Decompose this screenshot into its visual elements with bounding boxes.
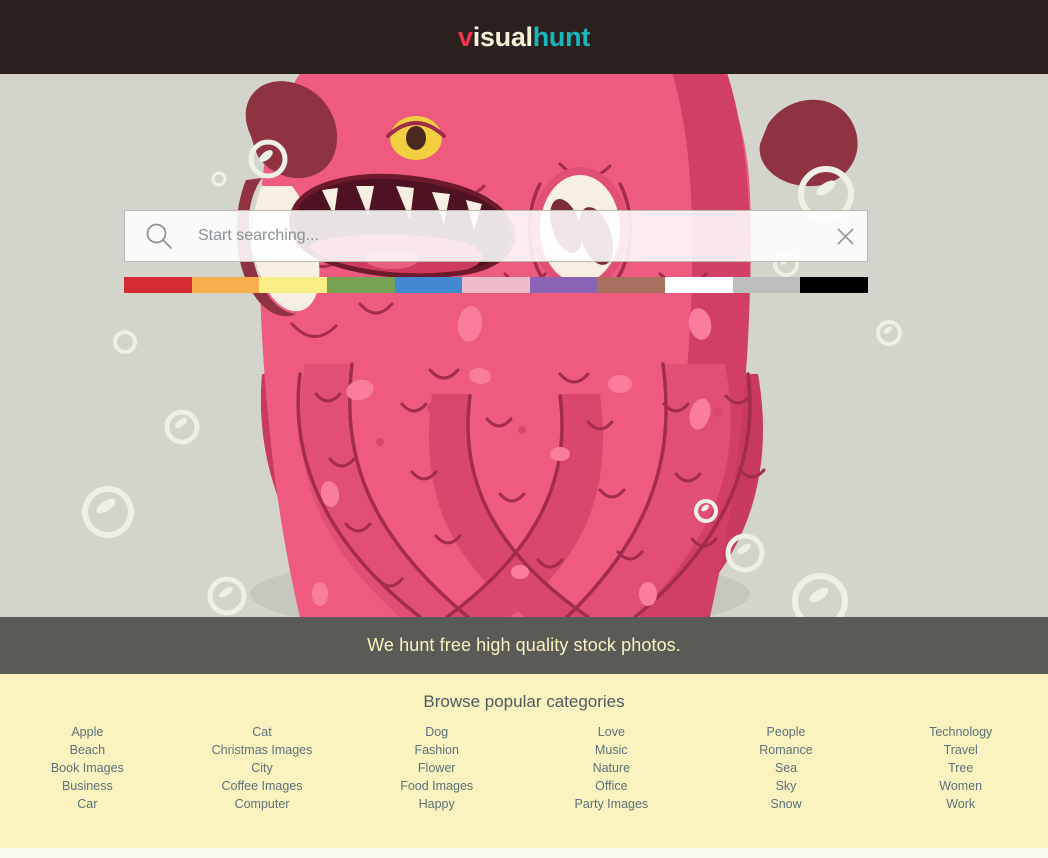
category-link-business[interactable]: Business [62, 777, 113, 795]
close-x-icon [837, 228, 853, 244]
category-link-city[interactable]: City [251, 759, 273, 777]
color-swatch-brown[interactable] [597, 277, 666, 293]
category-link-dog[interactable]: Dog [425, 723, 448, 741]
category-link-cat[interactable]: Cat [252, 723, 271, 741]
popular-categories-section: Browse popular categories Apple Beach Book… [0, 674, 1048, 848]
color-swatch-black[interactable] [800, 277, 869, 293]
logo-part-hunt: hunt [532, 21, 591, 52]
categories-title: Browse popular categories [423, 692, 625, 711]
category-column: Love Music Nature Office Party Images [524, 723, 699, 813]
category-link-nature[interactable]: Nature [593, 759, 631, 777]
category-column: Dog Fashion Flower Food Images Happy [349, 723, 524, 813]
color-filter-bar [124, 277, 869, 293]
color-swatch-white[interactable] [665, 277, 733, 293]
category-link-happy[interactable]: Happy [419, 795, 455, 813]
category-link-love[interactable]: Love [598, 723, 625, 741]
category-link-party-images[interactable]: Party Images [575, 795, 649, 813]
category-link-tree[interactable]: Tree [948, 759, 973, 777]
tagline-banner: We hunt free high quality stock photos. [0, 617, 1048, 674]
category-link-beach[interactable]: Beach [70, 741, 105, 759]
hero-section [0, 74, 1048, 617]
category-link-sky[interactable]: Sky [776, 777, 797, 795]
logo-part-v: v [457, 21, 473, 52]
color-swatch-blue[interactable] [394, 277, 463, 293]
color-swatch-red[interactable] [124, 277, 192, 293]
category-link-christmas-images[interactable]: Christmas Images [212, 741, 313, 759]
category-link-food-images[interactable]: Food Images [400, 777, 473, 795]
category-link-apple[interactable]: Apple [71, 723, 103, 741]
category-link-women[interactable]: Women [939, 777, 982, 795]
category-link-book-images[interactable]: Book Images [51, 759, 124, 777]
category-link-fashion[interactable]: Fashion [414, 741, 458, 759]
category-column: Cat Christmas Images City Coffee Images Comp… [175, 723, 350, 813]
category-link-snow[interactable]: Snow [770, 795, 801, 813]
color-swatch-purple[interactable] [529, 277, 598, 293]
color-swatch-gray[interactable] [732, 277, 801, 293]
tagline-text: We hunt free high quality stock photos. [367, 635, 681, 655]
category-link-sea[interactable]: Sea [775, 759, 797, 777]
search-icon [146, 223, 172, 249]
category-link-music[interactable]: Music [595, 741, 628, 759]
category-link-flower[interactable]: Flower [418, 759, 456, 777]
search-area [124, 210, 869, 293]
visualhunt-homepage: visualhunt Start searching... We hunt fr… [0, 0, 1048, 858]
site-header: visualhunt [0, 0, 1048, 74]
clear-search-button[interactable] [823, 211, 867, 261]
search-input[interactable] [174, 211, 823, 261]
site-logo[interactable]: visualhunt [457, 21, 591, 52]
category-link-technology[interactable]: Technology [929, 723, 992, 741]
color-swatch-yellow[interactable] [259, 277, 327, 293]
category-link-car[interactable]: Car [77, 795, 97, 813]
categories-columns: Apple Beach Book Images Business Car Cat Chris… [0, 723, 1048, 813]
color-swatch-pink[interactable] [462, 277, 530, 293]
category-link-office[interactable]: Office [595, 777, 627, 795]
category-link-coffee-images[interactable]: Coffee Images [221, 777, 302, 795]
footer-strip [0, 848, 1048, 858]
category-link-computer[interactable]: Computer [235, 795, 290, 813]
category-column: Apple Beach Book Images Business Car [0, 723, 175, 813]
category-column: Technology Travel Tree Women Work [873, 723, 1048, 813]
category-link-people[interactable]: People [767, 723, 806, 741]
logo-part-isual: isual [472, 21, 533, 52]
category-link-work[interactable]: Work [946, 795, 975, 813]
category-link-travel[interactable]: Travel [944, 741, 978, 759]
search-box[interactable] [124, 210, 868, 262]
category-column: People Romance Sea Sky Snow [699, 723, 874, 813]
color-swatch-orange[interactable] [191, 277, 260, 293]
category-link-romance[interactable]: Romance [759, 741, 813, 759]
monster-illustration [0, 74, 1048, 617]
color-swatch-green[interactable] [326, 277, 395, 293]
